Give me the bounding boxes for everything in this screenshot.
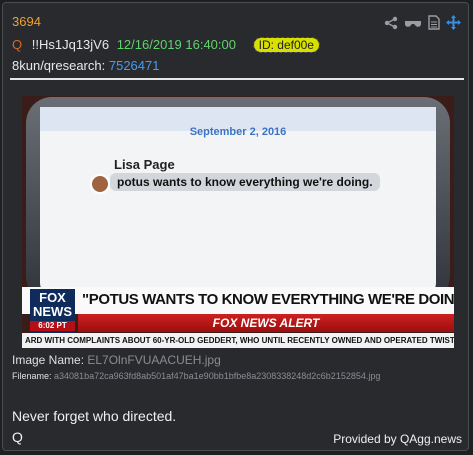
headline-text: "POTUS WANTS TO KNOW EVERYTHING WE'RE DO…	[82, 291, 454, 308]
post-header: Q !!Hs1Jq13jV6 12/16/2019 16:40:00 ID: d…	[12, 37, 320, 53]
share-icon[interactable]	[384, 16, 398, 30]
divider	[10, 78, 464, 80]
filename: Filename: a34081ba72ca963fd8ab501af47ba1…	[12, 371, 380, 381]
phone-date: September 2, 2016	[189, 126, 287, 138]
post-toolbar	[384, 15, 461, 30]
avatar	[90, 174, 110, 194]
filename-label: Filename:	[12, 371, 52, 381]
reference-link[interactable]: 7526471	[109, 58, 160, 73]
fox-logo-time: 6:02 PT	[30, 321, 75, 331]
post-image[interactable]: September 2, 2016 Lisa Page potus wants …	[22, 96, 454, 348]
phone-screen: September 2, 2016 Lisa Page potus wants …	[40, 107, 436, 295]
post-card: 3694 Q !!Hs1Jq13jV6 12/16/2019 16:40:00 …	[2, 2, 469, 451]
post-number: 3694	[12, 14, 41, 29]
news-ticker: ARD WITH COMPLAINTS ABOUT 60-YR-OLD GEDD…	[22, 333, 454, 348]
fox-logo-text: FOX NEWS	[33, 290, 72, 319]
fox-news-logo: FOX NEWS 6:02 PT	[30, 289, 75, 333]
tripcode: !!Hs1Jq13jV6	[31, 37, 110, 52]
image-name-label: Image Name:	[12, 353, 85, 367]
post-datetime: 12/16/2019 16:40:00	[116, 37, 236, 52]
glasses-icon[interactable]	[404, 17, 422, 29]
user-id-badge[interactable]: ID: def00e	[252, 37, 320, 53]
image-name: Image Name: EL7OlnFVUAACUEH.jpg	[12, 353, 221, 367]
phone-frame: September 2, 2016 Lisa Page potus wants …	[26, 97, 450, 302]
filename-value[interactable]: a34081ba72ca963fd8ab501af47ba1e90bb1bfbe…	[54, 371, 380, 381]
news-alert-bar: FOX NEWS ALERT	[78, 314, 454, 332]
board-name: 8kun/qresearch:	[12, 58, 106, 73]
move-icon[interactable]	[446, 15, 461, 30]
message-line: Never forget who directed.	[12, 408, 177, 424]
post-message: Never forget who directed. Q	[12, 406, 176, 448]
author-letter: Q	[12, 37, 23, 52]
board-line: 8kun/qresearch: 7526471	[12, 58, 159, 73]
document-icon[interactable]	[428, 15, 440, 30]
message-sender: Lisa Page	[114, 157, 175, 172]
message-signature: Q	[12, 429, 23, 445]
message-bubble: potus wants to know everything we're doi…	[110, 173, 380, 191]
image-name-value[interactable]: EL7OlnFVUAACUEH.jpg	[87, 353, 220, 367]
provided-by: Provided by QAgg.news	[333, 432, 462, 446]
